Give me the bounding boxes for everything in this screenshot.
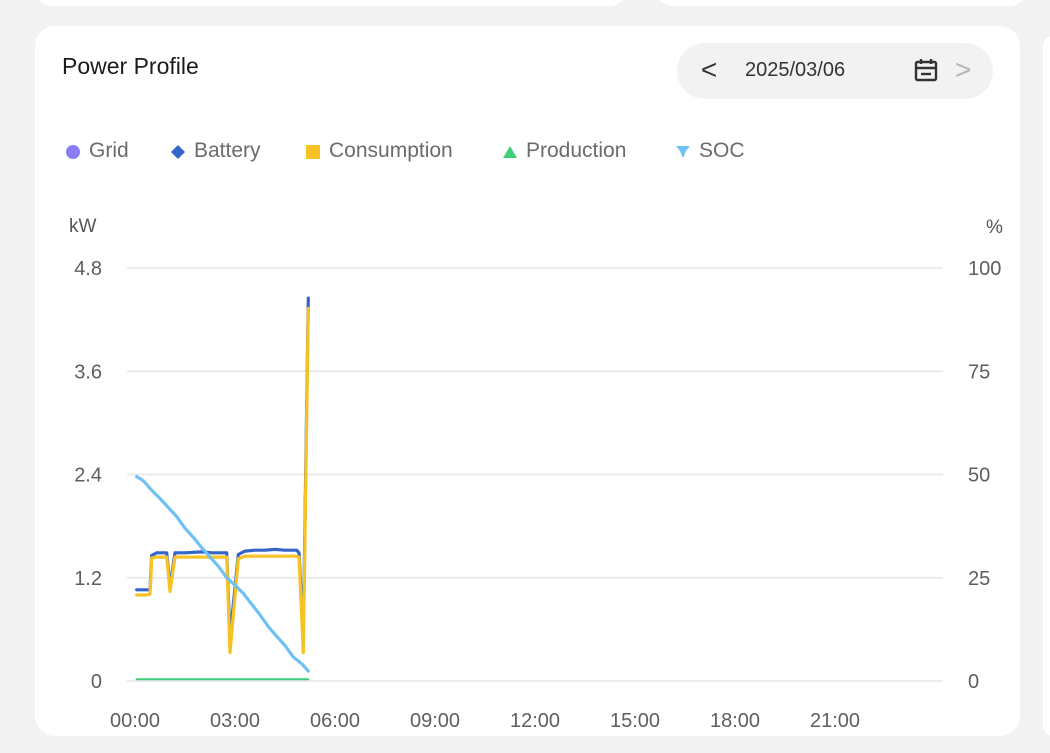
series-line-soc bbox=[135, 475, 310, 673]
right-axis-tick-label: 50 bbox=[968, 465, 990, 487]
x-axis-tick-label: 09:00 bbox=[410, 710, 460, 732]
previous-card-edge-right bbox=[655, 0, 1027, 6]
x-axis-tick-label: 12:00 bbox=[510, 710, 560, 732]
left-axis-tick-label: 0 bbox=[91, 671, 102, 693]
right-axis-tick-label: 100 bbox=[968, 258, 1001, 280]
x-axis-tick-label: 15:00 bbox=[610, 710, 660, 732]
left-axis-tick-label: 4.8 bbox=[74, 258, 102, 280]
power-profile-chart: 0 0 1.2 25 2.4 50 3.6 75 4.8 100 00:00 03:00 06:00 09… bbox=[74, 258, 1001, 732]
adjacent-card-edge bbox=[1043, 36, 1050, 736]
x-axis-tick-label: 03:00 bbox=[210, 710, 260, 732]
left-axis-tick-label: 3.6 bbox=[74, 361, 102, 383]
series-line-battery bbox=[135, 296, 310, 640]
previous-card-edge bbox=[35, 0, 627, 6]
right-axis-tick-label: 0 bbox=[968, 671, 979, 693]
power-profile-card: Power Profile < 2025/03/06 > Grid Batter… bbox=[35, 26, 1020, 736]
left-axis-tick-label: 1.2 bbox=[74, 568, 102, 590]
x-axis-tick-label: 00:00 bbox=[110, 710, 160, 732]
x-axis-tick-label: 21:00 bbox=[810, 710, 860, 732]
x-axis-tick-label: 18:00 bbox=[710, 710, 760, 732]
x-axis-tick-label: 06:00 bbox=[310, 710, 360, 732]
right-axis-tick-label: 25 bbox=[968, 568, 990, 590]
series-line-consumption bbox=[135, 306, 310, 655]
left-axis-tick-label: 2.4 bbox=[74, 465, 102, 487]
right-axis-tick-label: 75 bbox=[968, 361, 990, 383]
